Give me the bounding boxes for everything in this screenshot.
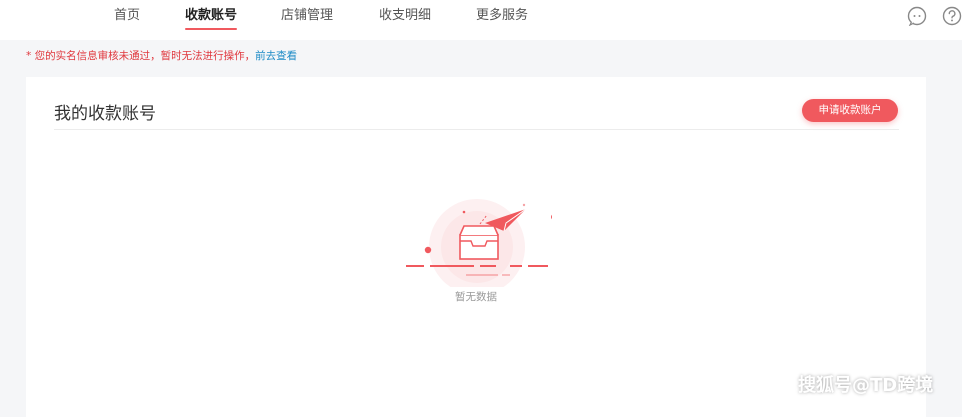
- empty-inbox-illustration: [402, 197, 557, 295]
- verification-warning-text: * 您的实名信息审核未通过，暂时无法进行操作，: [26, 50, 256, 62]
- verification-warning: * 您的实名信息审核未通过，暂时无法进行操作，前去查看: [26, 48, 297, 63]
- nav-item-more-services[interactable]: 更多服务: [476, 0, 528, 32]
- page-title: 我的收款账号: [54, 104, 156, 124]
- active-tab-indicator: [185, 28, 238, 30]
- title-divider: [54, 129, 899, 130]
- empty-state-text: 暂无数据: [455, 291, 497, 303]
- chat-bubble-icon[interactable]: [907, 6, 927, 27]
- nav-item-home[interactable]: 首页: [114, 0, 140, 32]
- top-navigation-bar: 首页 收款账号 店铺管理 收支明细 更多服务: [0, 0, 962, 40]
- payment-accounts-card: 我的收款账号 申请收款账户 暂无数据: [26, 77, 926, 417]
- nav-item-payment-accounts-label: 收款账号: [185, 8, 238, 23]
- nav-item-payment-accounts[interactable]: 收款账号: [185, 0, 238, 32]
- apply-payment-account-button[interactable]: 申请收款账户: [802, 99, 898, 122]
- go-view-link[interactable]: 前去查看: [255, 50, 297, 62]
- nav-item-store-management[interactable]: 店铺管理: [281, 0, 333, 32]
- nav-item-income-expense-details[interactable]: 收支明细: [379, 0, 431, 32]
- help-question-icon[interactable]: [942, 6, 962, 26]
- watermark: 搜狐号@TD跨境: [798, 375, 934, 396]
